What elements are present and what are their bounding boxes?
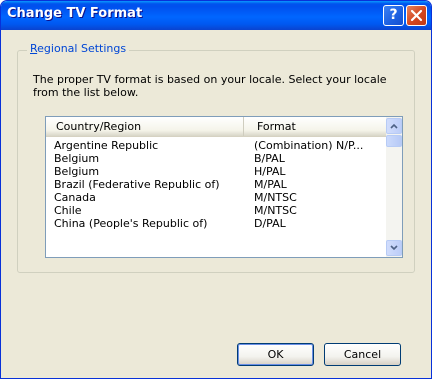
list-item[interactable]: Canada M/NTSC: [46, 191, 386, 204]
list-item[interactable]: Belgium B/PAL: [46, 152, 386, 165]
cancel-button[interactable]: Cancel: [324, 343, 401, 366]
format-cell: M/NTSC: [254, 191, 297, 204]
title-bar[interactable]: Change TV Format ?: [1, 1, 431, 30]
column-header-format[interactable]: Format: [245, 117, 386, 136]
format-cell: M/NTSC: [254, 204, 297, 217]
format-cell: (Combination) N/P...: [254, 139, 364, 152]
ok-button[interactable]: OK: [237, 343, 314, 366]
scroll-down-button[interactable]: [386, 240, 402, 256]
format-cell: M/PAL: [254, 178, 287, 191]
country-cell: Brazil (Federative Republic of): [54, 178, 220, 191]
close-button[interactable]: [406, 5, 427, 26]
list-rows: Argentine Republic (Combination) N/P... …: [46, 139, 386, 230]
list-item[interactable]: China (People's Republic of) D/PAL: [46, 217, 386, 230]
chevron-down-icon: [390, 245, 398, 251]
country-cell: Canada: [54, 191, 96, 204]
regional-settings-legend: Regional Settings: [27, 42, 130, 56]
scroll-up-button[interactable]: [386, 118, 402, 134]
country-cell: Chile: [54, 204, 82, 217]
list-item[interactable]: Brazil (Federative Republic of) M/PAL: [46, 178, 386, 191]
help-icon: ?: [389, 7, 398, 23]
country-cell: China (People's Republic of): [54, 217, 208, 230]
country-cell: Argentine Republic: [54, 139, 159, 152]
format-cell: H/PAL: [254, 165, 286, 178]
vertical-scrollbar[interactable]: [386, 117, 402, 257]
window-title: Change TV Format: [7, 6, 143, 21]
help-button[interactable]: ?: [383, 5, 404, 26]
close-icon: [410, 9, 423, 22]
list-header: Country/Region Format: [46, 117, 386, 137]
description-text: The proper TV format is based on your lo…: [33, 73, 387, 99]
change-tv-format-dialog: Change TV Format ? Regional Settings The…: [0, 0, 432, 379]
list-item[interactable]: Argentine Republic (Combination) N/P...: [46, 139, 386, 152]
chevron-up-icon: [390, 123, 398, 129]
country-cell: Belgium: [54, 152, 100, 165]
format-cell: D/PAL: [254, 217, 286, 230]
country-cell: Belgium: [54, 165, 100, 178]
list-item[interactable]: Belgium H/PAL: [46, 165, 386, 178]
locale-list[interactable]: Country/Region Format Argentine Republic…: [45, 116, 403, 258]
scroll-thumb[interactable]: [386, 135, 402, 147]
column-header-country[interactable]: Country/Region: [46, 117, 244, 136]
list-item[interactable]: Chile M/NTSC: [46, 204, 386, 217]
format-cell: B/PAL: [254, 152, 285, 165]
